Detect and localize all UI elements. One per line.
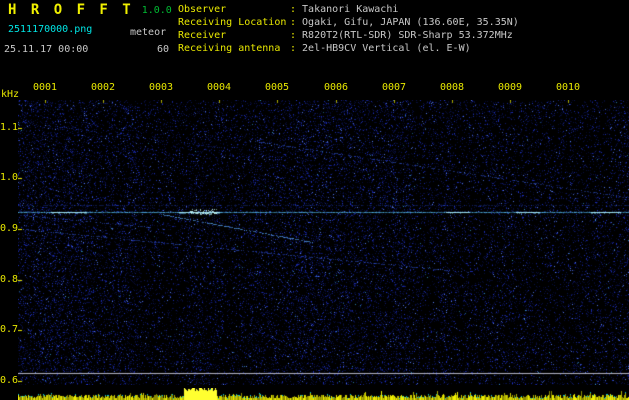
mode-label: meteor xyxy=(130,27,167,38)
freq-tick-label: 0.6 xyxy=(0,375,19,386)
metadata-separator: : xyxy=(290,30,297,41)
time-tick-label: 0009 xyxy=(498,82,523,93)
time-tick-label: 0005 xyxy=(265,82,290,93)
metadata-label: Receiving Location xyxy=(178,17,287,28)
time-tick-label: 0003 xyxy=(149,82,174,93)
metadata-label: Receiver xyxy=(178,30,227,41)
freq-tick-label: 1.1 xyxy=(0,122,19,133)
freq-axis: 1.1 1.0 0.9 0.8 0.7 0.6 xyxy=(0,0,18,400)
metadata-value: Ogaki, Gifu, JAPAN (136.60E, 35.35N) xyxy=(302,17,519,28)
time-axis: 0001 0002 0003 0004 0005 0006 0007 0008 0009 0010 xyxy=(0,82,629,94)
time-tick-label: 0001 xyxy=(33,82,58,93)
metadata-separator: : xyxy=(290,17,297,28)
time-tick-label: 0004 xyxy=(207,82,232,93)
metadata-separator: : xyxy=(290,4,297,15)
signal-level-strip xyxy=(18,388,629,400)
metadata-row: Observer: Takanori Kawachi xyxy=(178,3,519,16)
output-filename: 2511170000.png xyxy=(8,24,93,35)
metadata-value: 2el-HB9CV Vertical (el. E-W) xyxy=(302,43,471,54)
time-tick-label: 0010 xyxy=(556,82,581,93)
spectrogram-canvas xyxy=(18,100,629,385)
app-version: 1.0.0 xyxy=(141,5,172,16)
metadata-row: Receiver: R820T2(RTL-SDR) SDR-Sharp 53.37… xyxy=(178,29,519,42)
hrofft-output: H R O F F T 1.0.0 2511170000.png meteor … xyxy=(0,0,629,400)
freq-tick-label: 0.8 xyxy=(0,274,19,285)
metadata-block: Observer: Takanori Kawachi Receiving Locat… xyxy=(178,3,519,55)
time-tick-label: 0006 xyxy=(324,82,349,93)
metadata-separator: : xyxy=(290,43,297,54)
freq-tick-label: 0.9 xyxy=(0,223,19,234)
metadata-label: Observer xyxy=(178,4,227,15)
time-tick-label: 0007 xyxy=(382,82,407,93)
time-tick-label: 0002 xyxy=(91,82,116,93)
time-tick-label: 0008 xyxy=(440,82,465,93)
metadata-value: Takanori Kawachi xyxy=(302,4,399,15)
app-title: H R O F F T 1.0.0 xyxy=(8,2,172,18)
metadata-label: Receiving antenna xyxy=(178,43,281,54)
metadata-row: Receiving Location: Ogaki, Gifu, JAPAN (1… xyxy=(178,16,519,29)
metadata-row: Receiving antenna:2el-HB9CV Vertical (el… xyxy=(178,42,519,55)
metadata-value: R820T2(RTL-SDR) SDR-Sharp 53.372MHz xyxy=(302,30,513,41)
freq-tick-label: 1.0 xyxy=(0,172,19,183)
freq-tick-label: 0.7 xyxy=(0,324,19,335)
duration-label: 60 xyxy=(157,44,170,55)
app-title-text: H R O F F T xyxy=(8,2,134,18)
